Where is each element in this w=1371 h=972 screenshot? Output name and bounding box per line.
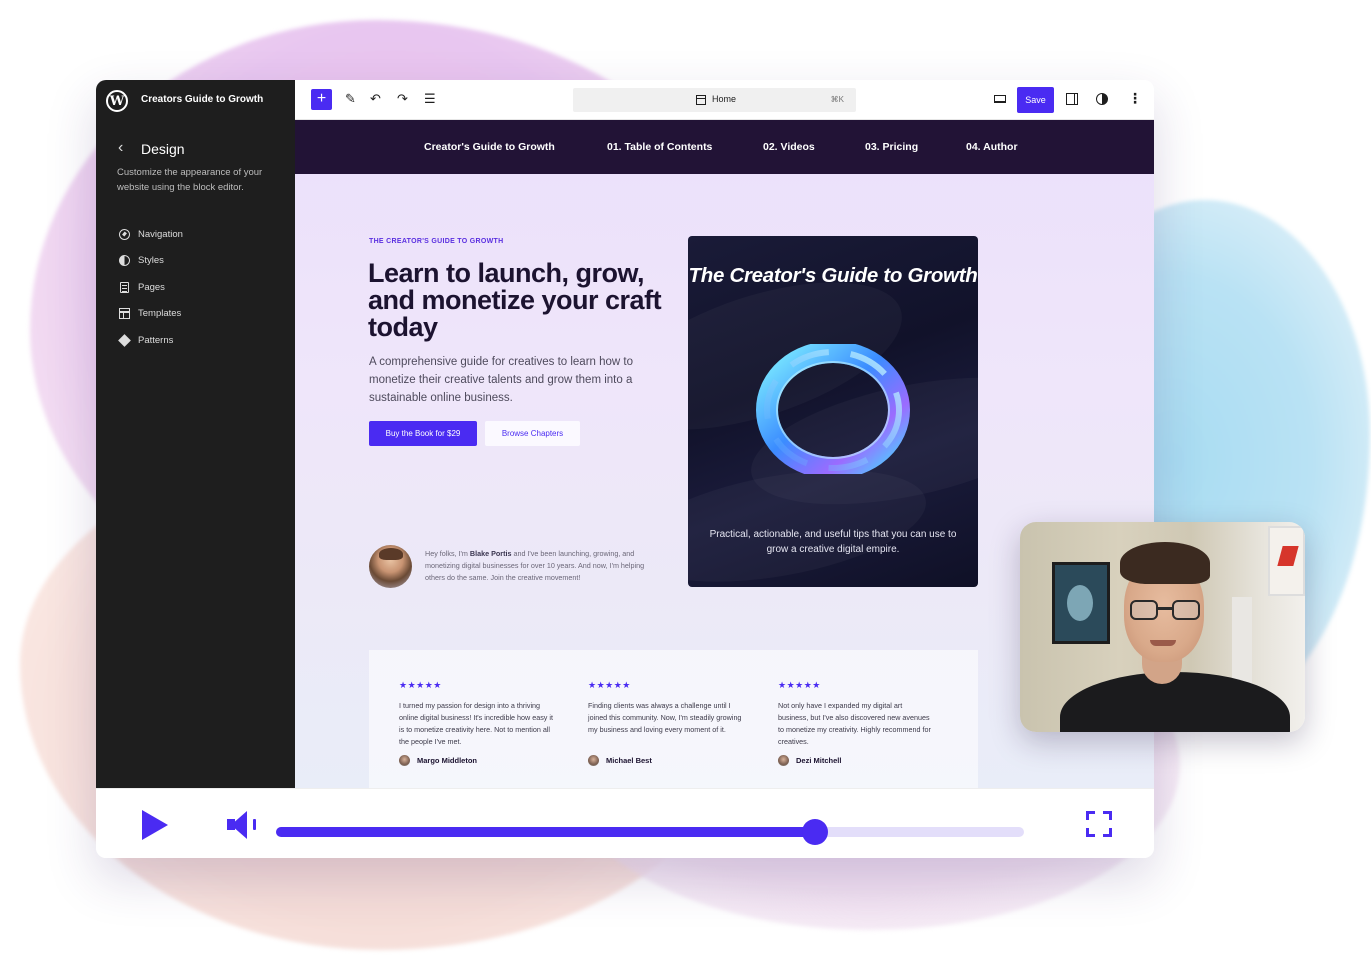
site-navigation: Creator's Guide to Growth 01. Table of C… [295,120,1154,174]
author-name: Blake Portis [469,549,512,558]
avatar [588,755,599,766]
browse-chapters-button[interactable]: Browse Chapters [485,421,580,446]
testimonials-section: ★★★★★ I turned my passion for design int… [369,650,978,788]
presenter-shirt [1060,672,1290,732]
pencil-icon[interactable]: ✎ [345,91,356,107]
sidebar-item-label: Templates [138,308,182,320]
progress-handle[interactable] [801,819,828,845]
sidebar-item-patterns[interactable]: Patterns [117,327,183,354]
hero-headline: Learn to launch, grow, and monetize your… [368,258,662,342]
testimonial-text: I turned my passion for design into a th… [399,701,553,746]
template-icon [118,308,130,320]
styles-icon [118,255,130,267]
sidebar-item-templates[interactable]: Templates [118,301,183,328]
panel-description: Customize the appearance of your website… [117,167,263,193]
book-tagline: Practical, actionable, and useful tips t… [709,529,957,555]
design-sidebar: W Creators Guide to Growth ‹ Design Cust… [96,80,295,788]
nav-link-pricing[interactable]: 03. Pricing [865,141,918,153]
volume-icon[interactable] [227,809,261,841]
book-title: The Creator's Guide to Growth [688,264,978,287]
glasses-icon [1130,600,1158,620]
reviewer-name: Margo Middleton [417,756,477,765]
wall-art [1268,526,1305,596]
glass-ring-illustration [756,344,910,474]
wall-painting [1052,562,1110,644]
webcam-video [1020,522,1305,732]
buy-book-button[interactable]: Buy the Book for $29 [369,421,477,446]
nav-link-table-of-contents[interactable]: 01. Table of Contents [607,141,712,153]
hero-lead: A comprehensive guide for creatives to l… [369,356,634,404]
design-nav: Navigation Styles Pages Templates Patter… [117,221,183,354]
sidebar-item-label: Patterns [138,334,174,346]
command-palette-button[interactable]: Home ⌘K [573,88,856,112]
progress-fill [276,827,815,837]
nav-link-videos[interactable]: 02. Videos [763,141,815,153]
list-view-icon[interactable]: ☰ [424,91,436,107]
current-page-label: Home [712,94,737,104]
sidebar-item-label: Navigation [138,228,183,240]
book-cover: The Creator's Guide to Growth Practical,… [688,236,978,587]
sidebar-item-styles[interactable]: Styles [118,248,183,275]
sidebar-item-label: Pages [138,281,165,293]
glasses-icon [1172,600,1200,620]
nav-link-author[interactable]: 04. Author [966,141,1018,153]
fullscreen-icon[interactable] [1086,811,1112,837]
settings-sidebar-icon[interactable] [1066,93,1078,105]
save-button[interactable]: Save [1017,87,1054,113]
wordpress-logo-icon[interactable]: W [106,90,128,112]
patterns-icon [117,333,131,347]
nav-link-home[interactable]: Creator's Guide to Growth [424,141,555,153]
sidebar-item-label: Styles [138,255,164,267]
desktop-preview-icon[interactable] [994,95,1006,103]
star-rating-icon: ★★★★★ [778,680,821,690]
avatar [778,755,789,766]
avatar [399,755,410,766]
navigation-icon [118,228,130,240]
shortcut-hint: ⌘K [830,95,844,104]
play-icon[interactable] [142,810,168,840]
progress-slider[interactable] [276,819,1024,845]
add-block-button[interactable]: + [311,89,332,110]
author-bio-prefix: Hey folks, I'm [425,549,470,558]
page-icon [118,281,130,293]
styles-toggle-icon[interactable] [1096,93,1108,105]
author-avatar [369,545,412,588]
presenter-mouth [1150,640,1176,646]
editor-window: W Creators Guide to Growth ‹ Design Cust… [96,80,1154,858]
star-rating-icon: ★★★★★ [399,680,442,690]
site-name: Creators Guide to Growth [141,94,264,105]
undo-icon[interactable]: ↶ [370,91,381,107]
sidebar-item-pages[interactable]: Pages [118,274,183,301]
presenter-hair [1120,542,1210,584]
video-controls [96,788,1154,858]
reviewer-name: Michael Best [606,756,652,765]
reviewer: Michael Best [588,755,652,766]
sidebar-item-navigation[interactable]: Navigation [118,221,183,248]
testimonial-text: Finding clients was always a challenge u… [588,701,742,734]
author-bio: Hey folks, I'm Blake Portis and I've bee… [425,548,650,584]
panel-title: Design [141,141,185,157]
hero-eyebrow: THE CREATOR'S GUIDE TO GROWTH [369,238,504,245]
glasses-bridge [1157,607,1173,610]
testimonial-text: Not only have I expanded my digital art … [778,701,931,746]
page-icon [696,95,706,105]
reviewer: Margo Middleton [399,755,477,766]
star-rating-icon: ★★★★★ [588,680,631,690]
more-options-icon[interactable]: ⋮ [1128,91,1142,105]
chevron-left-icon[interactable]: ‹ [118,140,123,156]
reviewer-name: Dezi Mitchell [796,756,842,765]
redo-icon[interactable]: ↷ [397,91,408,107]
editor-toolbar: + ✎ ↶ ↷ ☰ Home ⌘K Save ⋮ [295,80,1154,120]
reviewer: Dezi Mitchell [778,755,841,766]
